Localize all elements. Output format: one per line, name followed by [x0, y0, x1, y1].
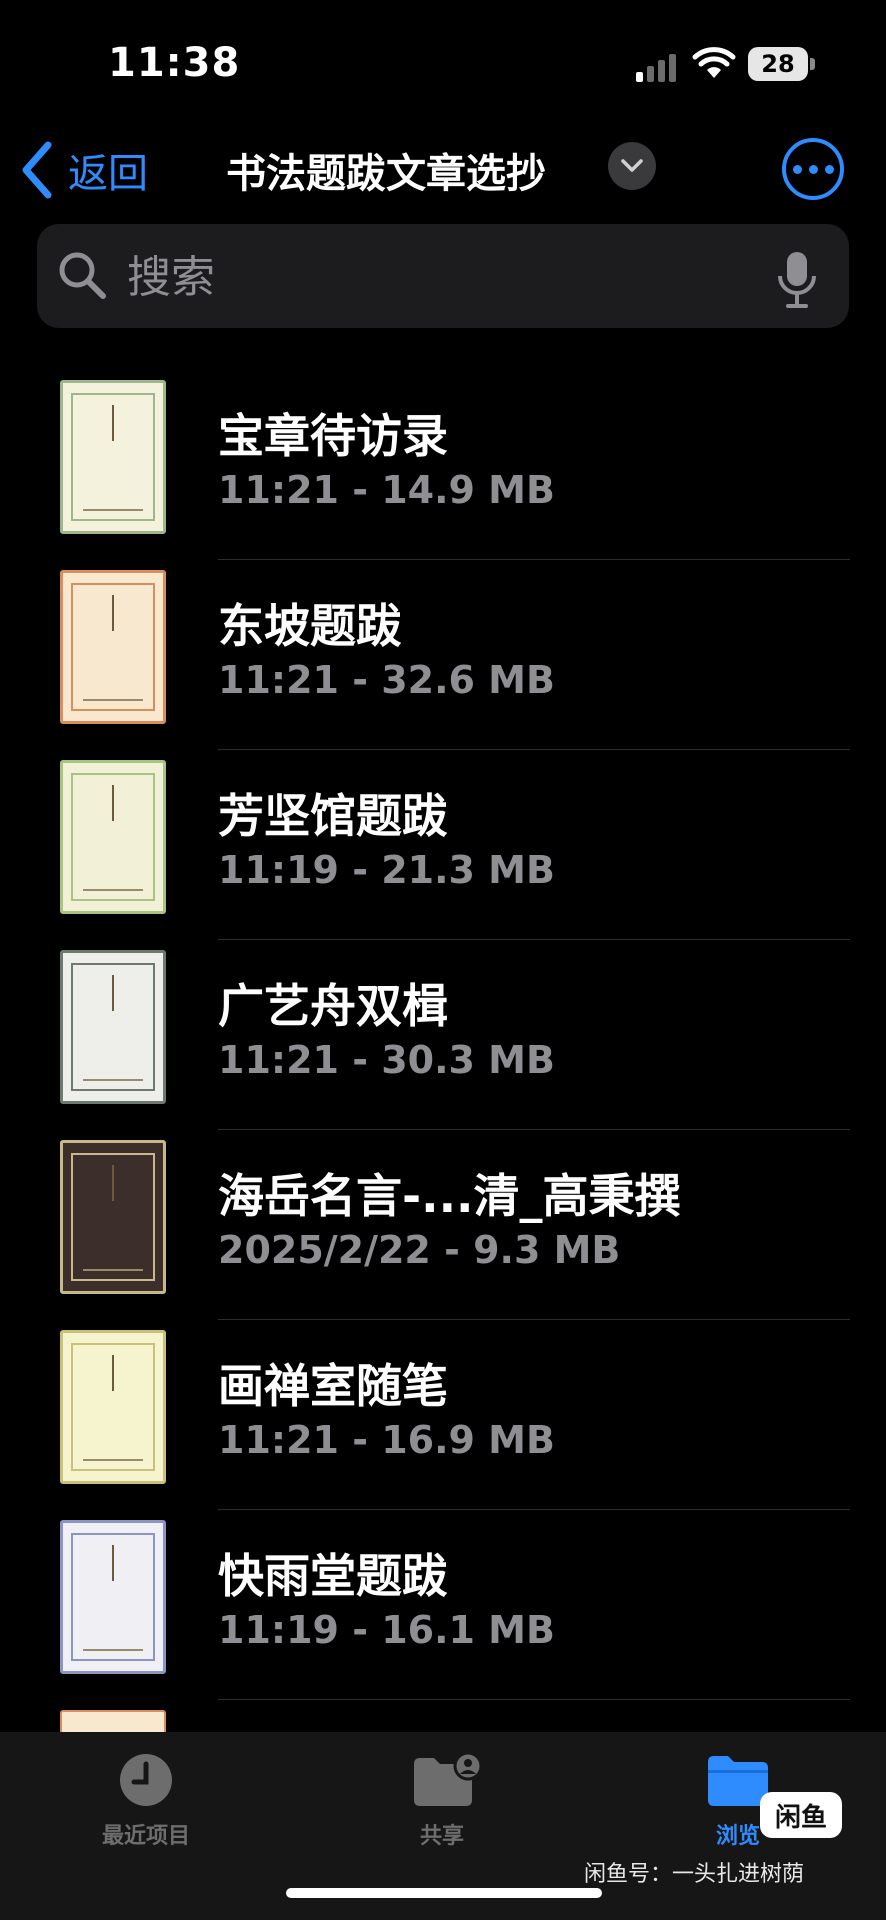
file-meta: 11:21 - 16.9 MB	[218, 1418, 555, 1462]
tab-shared[interactable]: 共享	[342, 1751, 542, 1850]
book-cover-thumbnail	[60, 760, 166, 914]
cellular-signal-icon	[636, 50, 682, 82]
battery-tip	[810, 58, 815, 70]
back-label: 返回	[68, 151, 148, 197]
ellipsis-dot	[792, 164, 802, 174]
tab-label: 浏览	[715, 1824, 760, 1849]
battery-indicator: 28	[748, 47, 808, 81]
file-name: 广艺舟双楫	[218, 979, 448, 1033]
file-row[interactable]: 广艺舟双楫 11:21 - 30.3 MB	[0, 940, 886, 1130]
ellipsis-dot	[824, 164, 834, 174]
shared-folder-icon	[410, 1751, 483, 1808]
microphone-icon[interactable]	[777, 250, 817, 310]
file-meta: 11:21 - 30.3 MB	[218, 1038, 555, 1082]
file-name: 芳坚馆题跋	[218, 789, 448, 843]
book-cover-thumbnail	[60, 570, 166, 724]
tab-label: 共享	[419, 1824, 464, 1849]
home-indicator[interactable]	[286, 1888, 602, 1898]
file-row[interactable]: 宝章待访录 11:21 - 14.9 MB	[0, 370, 886, 560]
file-row[interactable]: 海岳名言-...清_高秉撰 2025/2/22 - 9.3 MB	[0, 1130, 886, 1320]
file-meta: 11:21 - 32.6 MB	[218, 658, 555, 702]
back-button[interactable]: 返回	[20, 138, 148, 202]
file-row[interactable]: 画禅室随笔 11:21 - 16.9 MB	[0, 1320, 886, 1510]
file-meta: 11:19 - 16.1 MB	[218, 1608, 555, 1652]
file-name: 东坡题跋	[218, 599, 402, 653]
file-row[interactable]: 芳坚馆题跋 11:19 - 21.3 MB	[0, 750, 886, 940]
chevron-left-icon	[22, 141, 52, 199]
file-name: 画禅室随笔	[218, 1359, 448, 1413]
clock-icon	[114, 1752, 178, 1808]
file-list: 宝章待访录 11:21 - 14.9 MB 东坡题跋 11:21 - 32.6 …	[0, 370, 886, 1890]
status-time: 11:38	[108, 40, 241, 86]
file-meta: 11:19 - 21.3 MB	[218, 848, 555, 892]
file-name: 宝章待访录	[218, 409, 448, 463]
book-cover-thumbnail	[60, 1330, 166, 1484]
file-name: 快雨堂题跋	[218, 1549, 448, 1603]
more-options-button[interactable]	[782, 138, 844, 200]
xianyu-watermark-badge: 闲鱼	[760, 1792, 842, 1838]
chevron-down-icon	[621, 159, 643, 172]
book-cover-thumbnail	[60, 1520, 166, 1674]
title-menu-button[interactable]	[608, 142, 656, 190]
book-cover-thumbnail	[60, 380, 166, 534]
book-cover-thumbnail	[60, 1140, 166, 1294]
search-input[interactable]	[125, 242, 729, 312]
book-cover-thumbnail	[60, 950, 166, 1104]
file-meta: 11:21 - 14.9 MB	[218, 468, 555, 512]
file-meta: 2025/2/22 - 9.3 MB	[218, 1228, 621, 1272]
tab-recents[interactable]: 最近项目	[46, 1752, 246, 1850]
file-row[interactable]: 东坡题跋 11:21 - 32.6 MB	[0, 560, 886, 750]
status-bar: 11:38 28	[0, 0, 886, 130]
file-name: 海岳名言-...清_高秉撰	[218, 1169, 681, 1223]
file-row[interactable]: 快雨堂题跋 11:19 - 16.1 MB	[0, 1510, 886, 1700]
ellipsis-dot	[808, 164, 818, 174]
search-icon	[59, 252, 106, 299]
wifi-icon	[692, 47, 736, 78]
xianyu-watermark-text: 闲鱼号：一头扎进树荫	[584, 1862, 805, 1887]
folder-title[interactable]: 书法题跋文章选抄	[226, 141, 546, 199]
tab-label: 最近项目	[101, 1824, 190, 1849]
search-bar[interactable]	[37, 224, 849, 328]
